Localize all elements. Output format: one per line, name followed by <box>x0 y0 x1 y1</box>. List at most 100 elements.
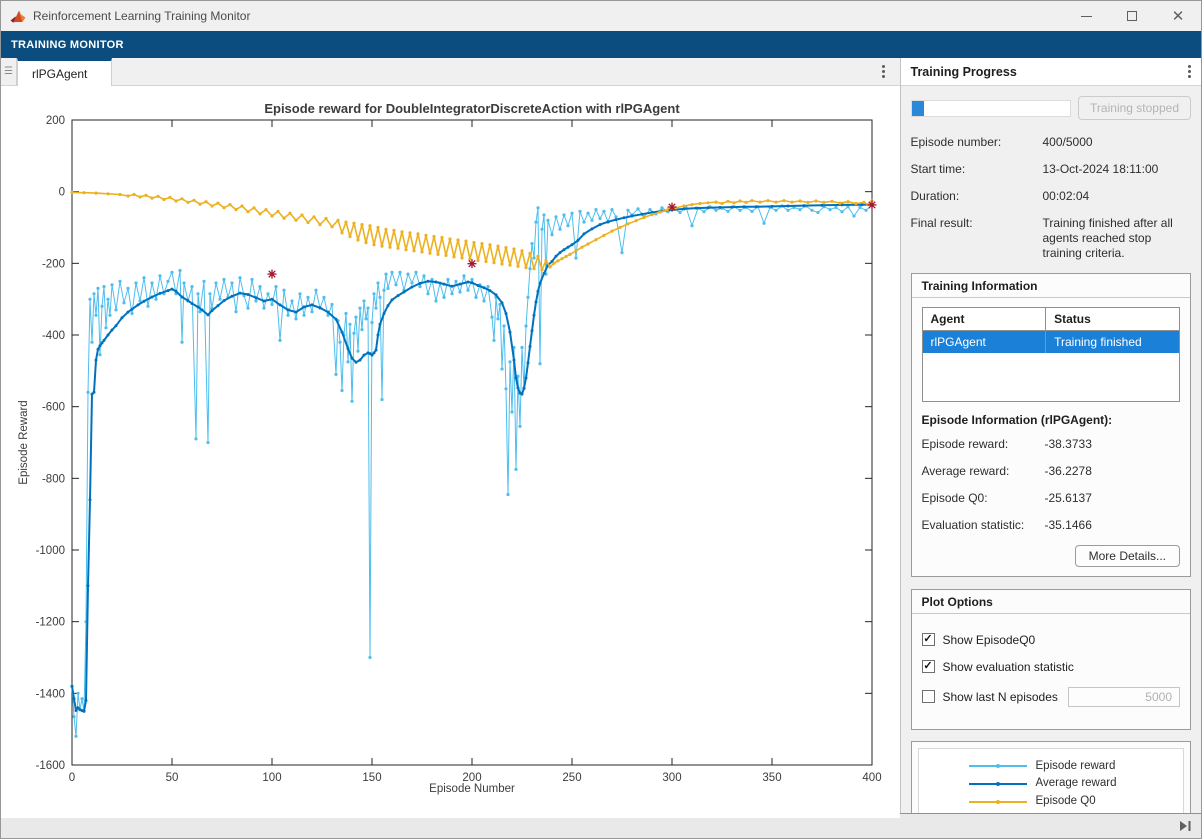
x-axis-label: Episode Number <box>429 783 515 795</box>
field-label: Duration: <box>911 189 1043 204</box>
y-tick-label: 200 <box>46 115 65 127</box>
plot-options-box: Plot Options ✓ Show EpisodeQ0 ✓Show evalua… <box>911 589 1192 730</box>
field-value: 00:02:04 <box>1043 189 1192 204</box>
legend-label: Episode Q0 <box>1036 795 1096 809</box>
maximize-button[interactable] <box>1109 1 1155 31</box>
titlebar: Reinforcement Learning Training Monitor … <box>1 1 1201 31</box>
tab-rlpgagent[interactable]: rlPGAgent <box>17 58 112 86</box>
legend-marker-dot <box>996 800 1000 804</box>
tabstrip-menu-button[interactable] <box>868 58 900 85</box>
field-value: Training finished after all agents reach… <box>1043 216 1192 261</box>
chart-legend: Episode rewardAverage rewardEpisode Q0Ev… <box>918 748 1185 814</box>
panel-menu-button[interactable] <box>1188 65 1191 78</box>
table-filler <box>922 353 1180 401</box>
y-tick-label: -1200 <box>36 617 65 629</box>
progress-field-row: Episode number:400/5000 <box>911 135 1192 150</box>
minimize-button[interactable] <box>1063 1 1109 31</box>
progress-fill <box>912 101 925 116</box>
progress-field-row: Duration:00:02:04 <box>911 189 1192 204</box>
tab-strip: ☰ rlPGAgent <box>1 58 900 86</box>
x-tick-label: 250 <box>562 772 581 784</box>
training-progress-bar <box>911 100 1071 117</box>
more-details-button[interactable]: More Details... <box>1075 545 1180 567</box>
legend-label: Episode reward <box>1036 760 1116 774</box>
minimize-icon <box>1081 16 1092 17</box>
progress-field-row: Final result:Training finished after all… <box>911 216 1192 261</box>
checkbox-checked[interactable]: ✓ <box>922 633 935 646</box>
progress-fields: Episode number:400/5000Start time:13-Oct… <box>911 135 1192 261</box>
matlab-logo-icon <box>10 9 26 24</box>
plot-option-row: ✓Show evaluation statistic <box>922 660 1181 674</box>
document-area: ☰ rlPGAgent 0501001502002503003504002000… <box>1 58 900 813</box>
close-button[interactable]: ✕ <box>1155 1 1201 31</box>
panel-header: Training Progress <box>901 58 1202 86</box>
stat-value: -38.3733 <box>1045 437 1092 451</box>
close-icon: ✕ <box>1172 9 1185 24</box>
panel-title: Training Progress <box>911 65 1017 79</box>
legend-item: Episode Q0 <box>923 795 1180 809</box>
expand-panel-icon[interactable] <box>1178 820 1192 832</box>
app-window: Reinforcement Learning Training Monitor … <box>0 0 1202 839</box>
asterisk-marker <box>268 270 277 279</box>
n-episodes-input[interactable]: 5000 <box>1068 687 1180 707</box>
stat-row: Average reward:-36.2278 <box>922 464 1181 478</box>
y-tick-label: -400 <box>42 330 65 342</box>
plot-area <box>72 120 872 765</box>
plot-option-row: ✓ Show EpisodeQ0 <box>922 633 1181 647</box>
stat-row: Episode Q0:-25.6137 <box>922 491 1181 505</box>
legend-sample <box>969 765 1027 767</box>
x-tick-label: 100 <box>262 772 281 784</box>
field-label: Final result: <box>911 216 1043 261</box>
plot-options-header: Plot Options <box>912 590 1191 614</box>
legend-marker-dot <box>996 782 1000 786</box>
ellipsis-icon <box>882 65 885 78</box>
x-tick-label: 400 <box>862 772 881 784</box>
window-title: Reinforcement Learning Training Monitor <box>33 9 250 23</box>
reward-chart: 0501001502002503003504002000-200-400-600… <box>1 86 899 813</box>
y-tick-label: -1000 <box>36 545 65 557</box>
x-tick-label: 0 <box>69 772 75 784</box>
x-tick-label: 50 <box>166 772 179 784</box>
asterisk-marker <box>468 259 477 268</box>
stat-row: Episode reward:-38.3733 <box>922 437 1181 451</box>
y-tick-label: -1400 <box>36 688 65 700</box>
status-cell: Training finished <box>1046 331 1180 354</box>
agent-cell: rlPGAgent <box>922 331 1046 354</box>
x-tick-label: 300 <box>662 772 681 784</box>
training-progress-panel: Training Progress Training stopped Episo… <box>900 58 1202 813</box>
stat-value: -36.2278 <box>1045 464 1092 478</box>
stat-row: Evaluation statistic:-35.1466 <box>922 518 1181 532</box>
stat-label: Average reward: <box>922 464 1045 478</box>
agents-table: AgentStatus rlPGAgentTraining finished <box>922 307 1181 402</box>
legend-label: Average reward <box>1036 777 1117 791</box>
training-stopped-button[interactable]: Training stopped <box>1078 96 1191 120</box>
tab-grip-icon[interactable]: ☰ <box>1 58 17 85</box>
episode-stats: Episode reward:-38.3733Average reward:-3… <box>922 437 1181 532</box>
stat-value: -35.1466 <box>1045 518 1092 532</box>
legend-item: Episode reward <box>923 760 1180 774</box>
legend-box: Episode rewardAverage rewardEpisode Q0Ev… <box>911 741 1192 814</box>
table-header-agent: Agent <box>922 308 1046 331</box>
checkbox-checked[interactable]: ✓ <box>922 660 935 673</box>
field-value: 400/5000 <box>1043 135 1192 150</box>
y-axis-label: Episode Reward <box>18 400 30 484</box>
legend-sample <box>969 801 1027 803</box>
checkbox-unchecked[interactable] <box>922 690 935 703</box>
legend-marker-dot <box>996 764 1000 768</box>
asterisk-marker <box>668 203 677 212</box>
x-tick-label: 150 <box>362 772 381 784</box>
table-filler-row <box>922 353 1180 401</box>
table-row[interactable]: rlPGAgentTraining finished <box>922 331 1180 354</box>
checkbox-label: Show EpisodeQ0 <box>943 633 1036 647</box>
chart-title: Episode reward for DoubleIntegratorDiscr… <box>264 101 680 116</box>
training-information-box: Training Information AgentStatus rlPGAge… <box>911 273 1192 577</box>
y-tick-label: -1600 <box>36 760 65 772</box>
y-tick-label: 0 <box>59 187 65 199</box>
y-tick-label: -200 <box>42 258 65 270</box>
episode-information-title: Episode Information (rlPGAgent): <box>922 413 1181 427</box>
maximize-icon <box>1127 11 1137 21</box>
y-tick-label: -800 <box>42 473 65 485</box>
figure-canvas: 0501001502002503003504002000-200-400-600… <box>1 86 900 818</box>
ribbon-training-monitor: TRAINING MONITOR <box>1 31 1201 58</box>
training-information-header: Training Information <box>912 274 1191 298</box>
